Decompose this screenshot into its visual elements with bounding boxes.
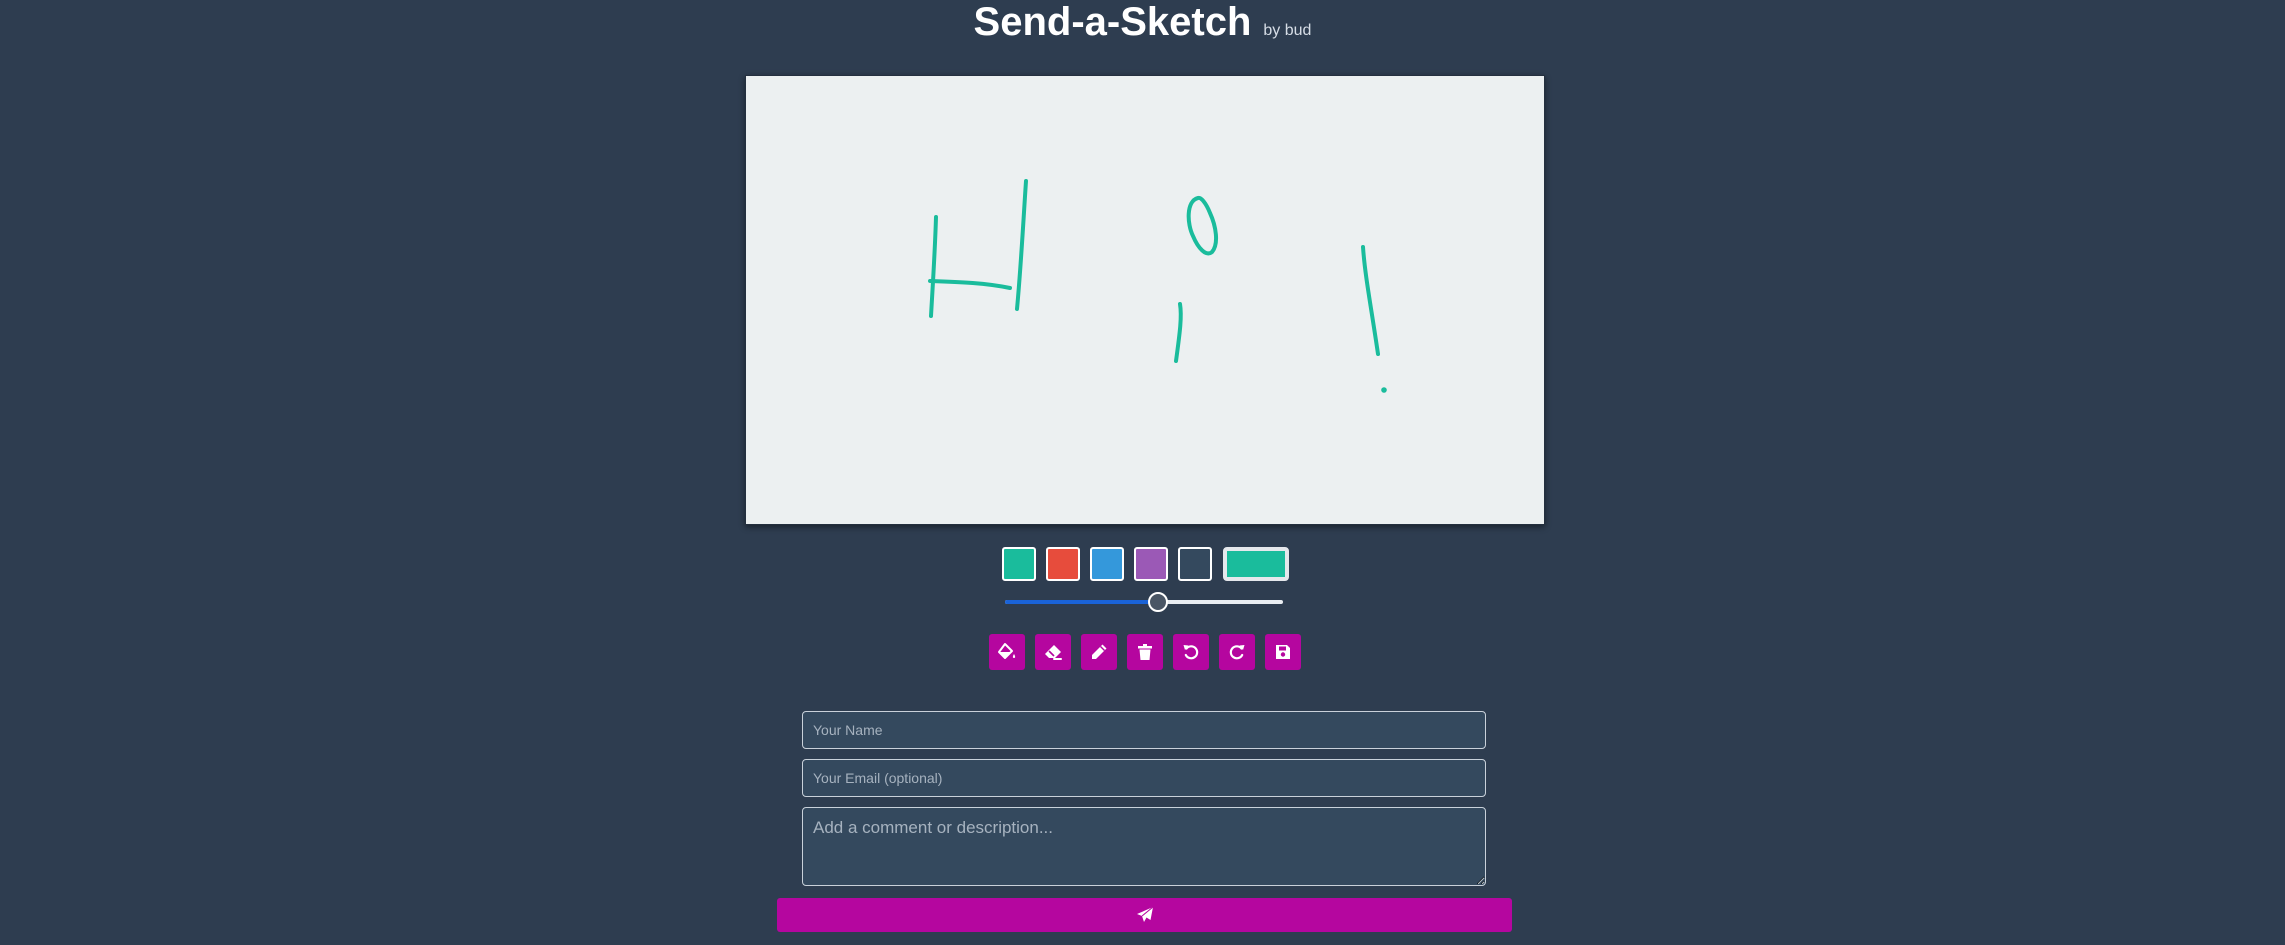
swatch-purple[interactable] <box>1134 547 1168 581</box>
redo-button[interactable] <box>1219 634 1255 670</box>
email-field[interactable] <box>802 759 1486 797</box>
redo-icon <box>1229 645 1245 660</box>
swatch-blue[interactable] <box>1090 547 1124 581</box>
stroke-exclaim <box>1361 245 1380 356</box>
floppy-disk-icon <box>1276 645 1290 659</box>
fill-button[interactable] <box>989 634 1025 670</box>
swatch-dark[interactable] <box>1178 547 1212 581</box>
stroke-exclaim-dot <box>1381 387 1387 393</box>
current-color-swatch[interactable] <box>1223 547 1289 581</box>
title-wrap: Send-a-Sketch by bud <box>974 0 1312 44</box>
stroke-i-dot <box>1186 195 1219 256</box>
paper-plane-icon <box>1136 906 1153 922</box>
stroke-h-bar <box>928 279 1012 290</box>
brush-size-slider[interactable] <box>1005 592 1283 612</box>
clear-button[interactable] <box>1127 634 1163 670</box>
byline: by bud <box>1263 22 1312 39</box>
stroke-h-right <box>1015 179 1028 311</box>
stroke-i-stem <box>1174 302 1183 363</box>
swatch-red[interactable] <box>1046 547 1080 581</box>
send-button[interactable] <box>777 898 1512 932</box>
slider-thumb[interactable] <box>1147 592 1168 612</box>
swatch-teal[interactable] <box>1002 547 1036 581</box>
undo-icon <box>1183 645 1199 660</box>
stroke-h-left <box>929 215 938 318</box>
sketch-drawing <box>928 179 1387 393</box>
trash-icon <box>1138 644 1152 660</box>
name-field[interactable] <box>802 711 1486 749</box>
pencil-icon <box>1092 644 1107 659</box>
eraser-icon <box>1045 645 1062 660</box>
slider-fill <box>1005 600 1158 604</box>
page-title: Send-a-Sketch <box>973 0 1252 44</box>
drawing-canvas[interactable] <box>745 75 1545 525</box>
eraser-button[interactable] <box>1035 634 1071 670</box>
save-button[interactable] <box>1265 634 1301 670</box>
page: Send-a-Sketch by bud <box>0 0 2285 945</box>
header: Send-a-Sketch by bud <box>0 0 2285 60</box>
comment-field[interactable] <box>802 807 1486 886</box>
pencil-button[interactable] <box>1081 634 1117 670</box>
paint-bucket-icon <box>998 643 1016 659</box>
undo-button[interactable] <box>1173 634 1209 670</box>
